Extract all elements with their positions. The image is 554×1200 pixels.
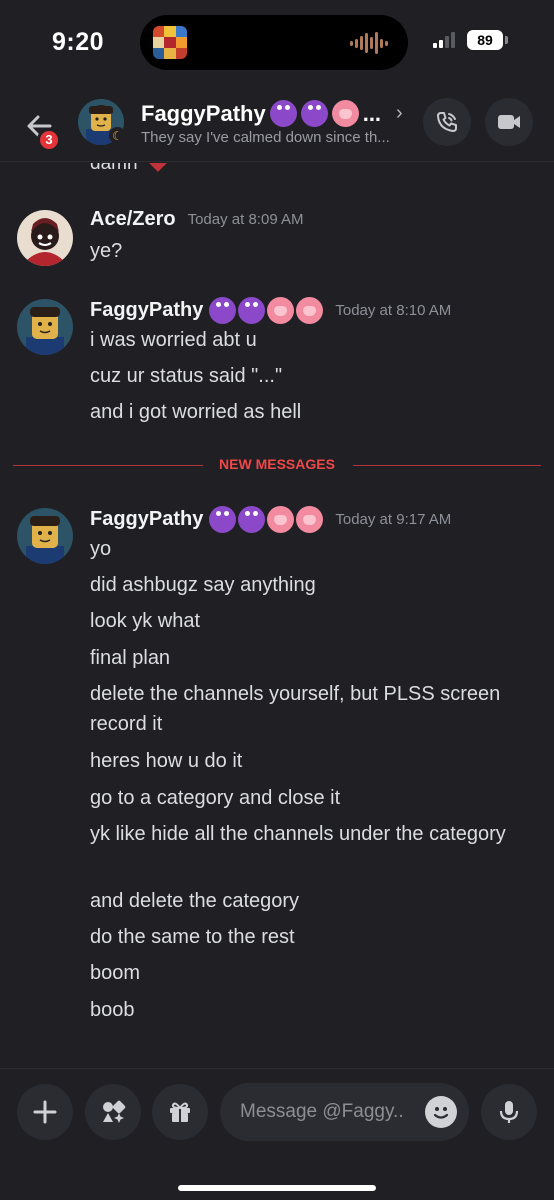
message-list[interactable]: damn Ace/Zero Today at 8:09 AM ye? Faggy… [0, 163, 554, 1068]
battery-icon: 89 [467, 30, 503, 50]
author-name[interactable]: FaggyPathy [90, 299, 203, 322]
moon-idle-icon: ☾ [109, 127, 126, 144]
phone-call-icon [437, 112, 457, 132]
header-name-ellipsis: ... [362, 100, 382, 126]
header-name-text: FaggyPathy [141, 100, 266, 126]
message-line[interactable]: i was worried abt u [90, 325, 540, 355]
author-name[interactable]: Ace/Zero [90, 208, 176, 231]
devil-emoji-icon [209, 506, 237, 533]
attach-button[interactable] [17, 1084, 73, 1140]
header-username[interactable]: FaggyPathy ... [141, 100, 381, 127]
message-composer: Message @Faggy.. [0, 1068, 554, 1200]
message-line[interactable]: did ashbugz say anything [90, 570, 540, 600]
devil-emoji-icon [238, 297, 266, 324]
message-line[interactable]: do the same to the rest [90, 922, 540, 952]
devil-emoji-icon [269, 100, 297, 127]
chevron-right-icon[interactable]: › [396, 102, 403, 125]
status-bar: 9:20 89 [0, 0, 554, 84]
message-line[interactable]: and i got worried as hell [90, 397, 540, 427]
timestamp: Today at 9:17 AM [335, 511, 452, 528]
message-input-placeholder: Message @Faggy.. [240, 1101, 404, 1122]
message-line[interactable]: look yk what [90, 606, 540, 636]
signal-icon [433, 32, 455, 48]
message-input[interactable]: Message @Faggy.. [220, 1083, 469, 1141]
video-camera-icon [498, 115, 520, 129]
microphone-icon [499, 1101, 519, 1123]
author-emojis [209, 297, 324, 324]
message-line[interactable]: and delete the category [90, 886, 540, 916]
emoji-icon [433, 1107, 449, 1119]
author-emojis [209, 506, 324, 533]
devil-emoji-icon [300, 100, 328, 127]
avatar[interactable] [17, 508, 73, 564]
apps-button[interactable] [85, 1084, 141, 1140]
message-line[interactable]: boom [90, 958, 540, 988]
timestamp: Today at 8:10 AM [335, 302, 452, 319]
voice-call-button[interactable] [423, 98, 471, 146]
pink-emoji-icon [296, 506, 324, 533]
custom-status: They say I've calmed down since th... [141, 129, 390, 146]
home-indicator[interactable] [178, 1185, 376, 1191]
message-line[interactable]: cuz ur status said "..." [90, 361, 540, 391]
dynamic-island [140, 15, 408, 70]
plus-icon [33, 1100, 57, 1124]
voice-message-button[interactable] [481, 1084, 537, 1140]
chat-header: 3 ☾ FaggyPathy ... › They say I've calme… [0, 84, 554, 162]
pink-emoji-icon [267, 297, 295, 324]
red-gem-emoji-icon [147, 163, 168, 172]
apps-icon [103, 1100, 126, 1123]
status-time: 9:20 [52, 28, 105, 56]
message-line[interactable]: yo [90, 534, 540, 564]
pink-emoji-icon [331, 100, 359, 127]
timestamp: Today at 8:09 AM [187, 211, 304, 228]
audio-wave-icon [350, 31, 388, 55]
battery-cap [505, 36, 508, 44]
album-art-icon [153, 26, 187, 59]
author-row: FaggyPathy Today at 9:17 AM [90, 506, 451, 533]
message-line[interactable]: boob [90, 995, 540, 1025]
cutoff-message: damn [90, 163, 168, 175]
new-messages-label: NEW MESSAGES [207, 456, 347, 472]
message-line[interactable]: go to a category and close it [90, 783, 540, 813]
avatar[interactable] [17, 210, 73, 266]
message-line[interactable]: delete the channels yourself, but PLSS s… [90, 679, 540, 739]
message-line[interactable]: ye? [90, 236, 540, 266]
author-row: FaggyPathy Today at 8:10 AM [90, 297, 451, 324]
avatar[interactable] [17, 299, 73, 355]
unread-badge: 3 [37, 128, 61, 152]
message-line[interactable]: heres how u do it [90, 746, 540, 776]
video-call-button[interactable] [485, 98, 533, 146]
devil-emoji-icon [209, 297, 237, 324]
author-name[interactable]: FaggyPathy [90, 508, 203, 531]
gift-button[interactable] [152, 1084, 208, 1140]
message-line[interactable]: final plan [90, 643, 540, 673]
new-messages-divider: NEW MESSAGES [13, 456, 541, 472]
devil-emoji-icon [238, 506, 266, 533]
author-row: Ace/Zero Today at 8:09 AM [90, 208, 304, 231]
message-line[interactable]: yk like hide all the channels under the … [90, 819, 540, 849]
emoji-button[interactable] [425, 1096, 457, 1128]
pink-emoji-icon [296, 297, 324, 324]
pink-emoji-icon [267, 506, 295, 533]
gift-icon [170, 1102, 190, 1122]
